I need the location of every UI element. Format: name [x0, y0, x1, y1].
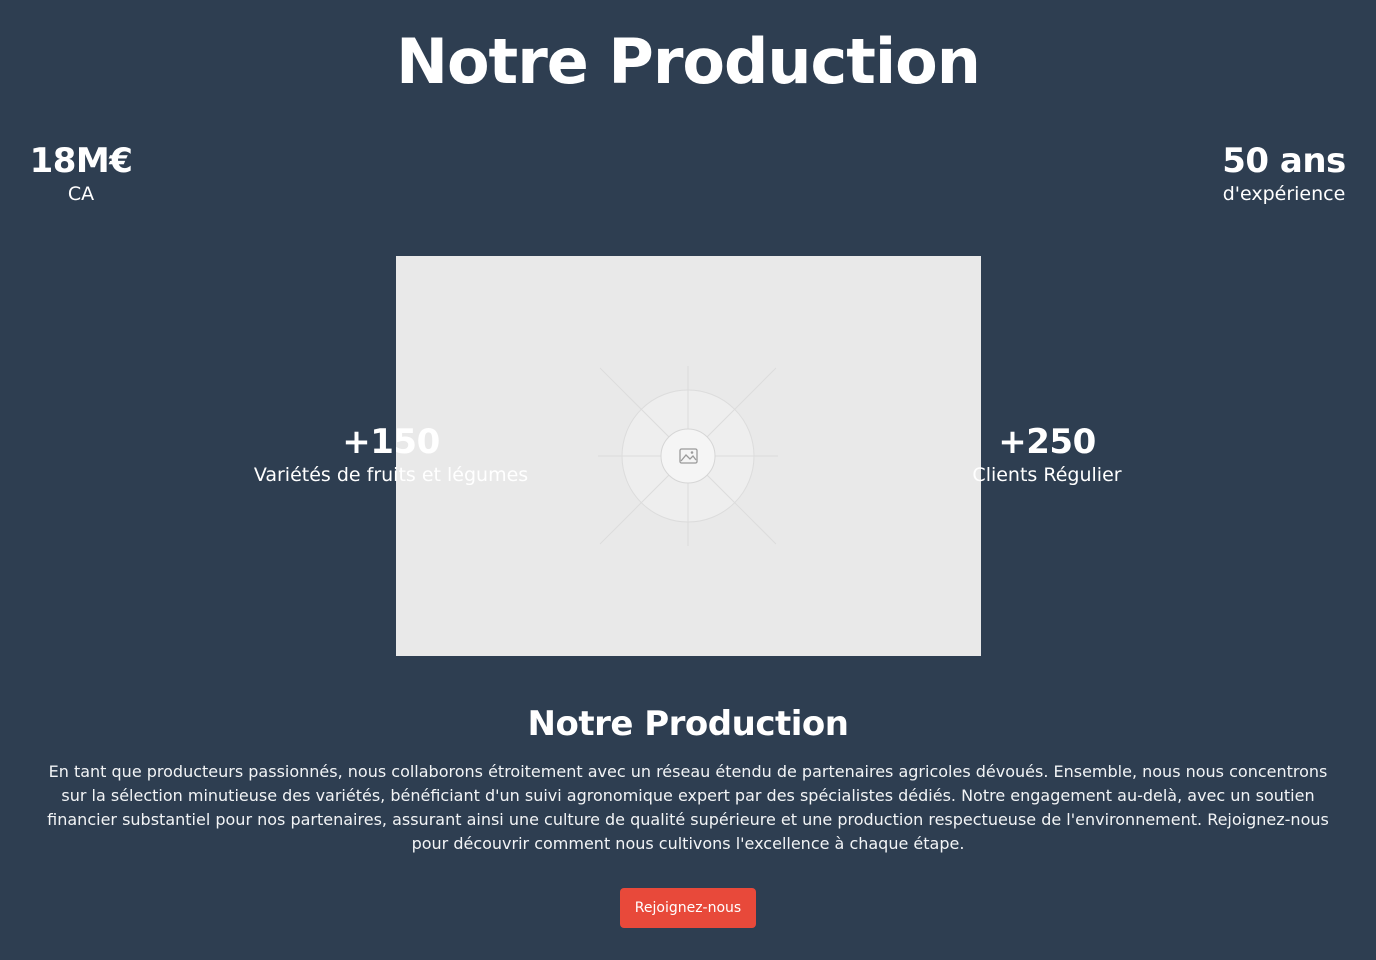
stat-revenue-label: CA: [67, 183, 95, 205]
join-us-button[interactable]: Rejoignez-nous: [620, 888, 756, 928]
placeholder-graphic: [598, 366, 778, 546]
stat-experience: 50 ans d'expérience: [1198, 141, 1370, 207]
stat-revenue: 18M€ CA: [20, 141, 142, 207]
stat-revenue-value: 18M€: [29, 141, 133, 181]
page-title: Notre Production: [396, 25, 981, 98]
stat-experience-label: d'expérience: [1222, 183, 1346, 205]
stat-experience-value: 50 ans: [1222, 141, 1346, 181]
image-placeholder: [396, 256, 981, 656]
section-title: Notre Production: [527, 704, 849, 744]
section-description: En tant que producteurs passionnés, nous…: [47, 762, 1329, 853]
